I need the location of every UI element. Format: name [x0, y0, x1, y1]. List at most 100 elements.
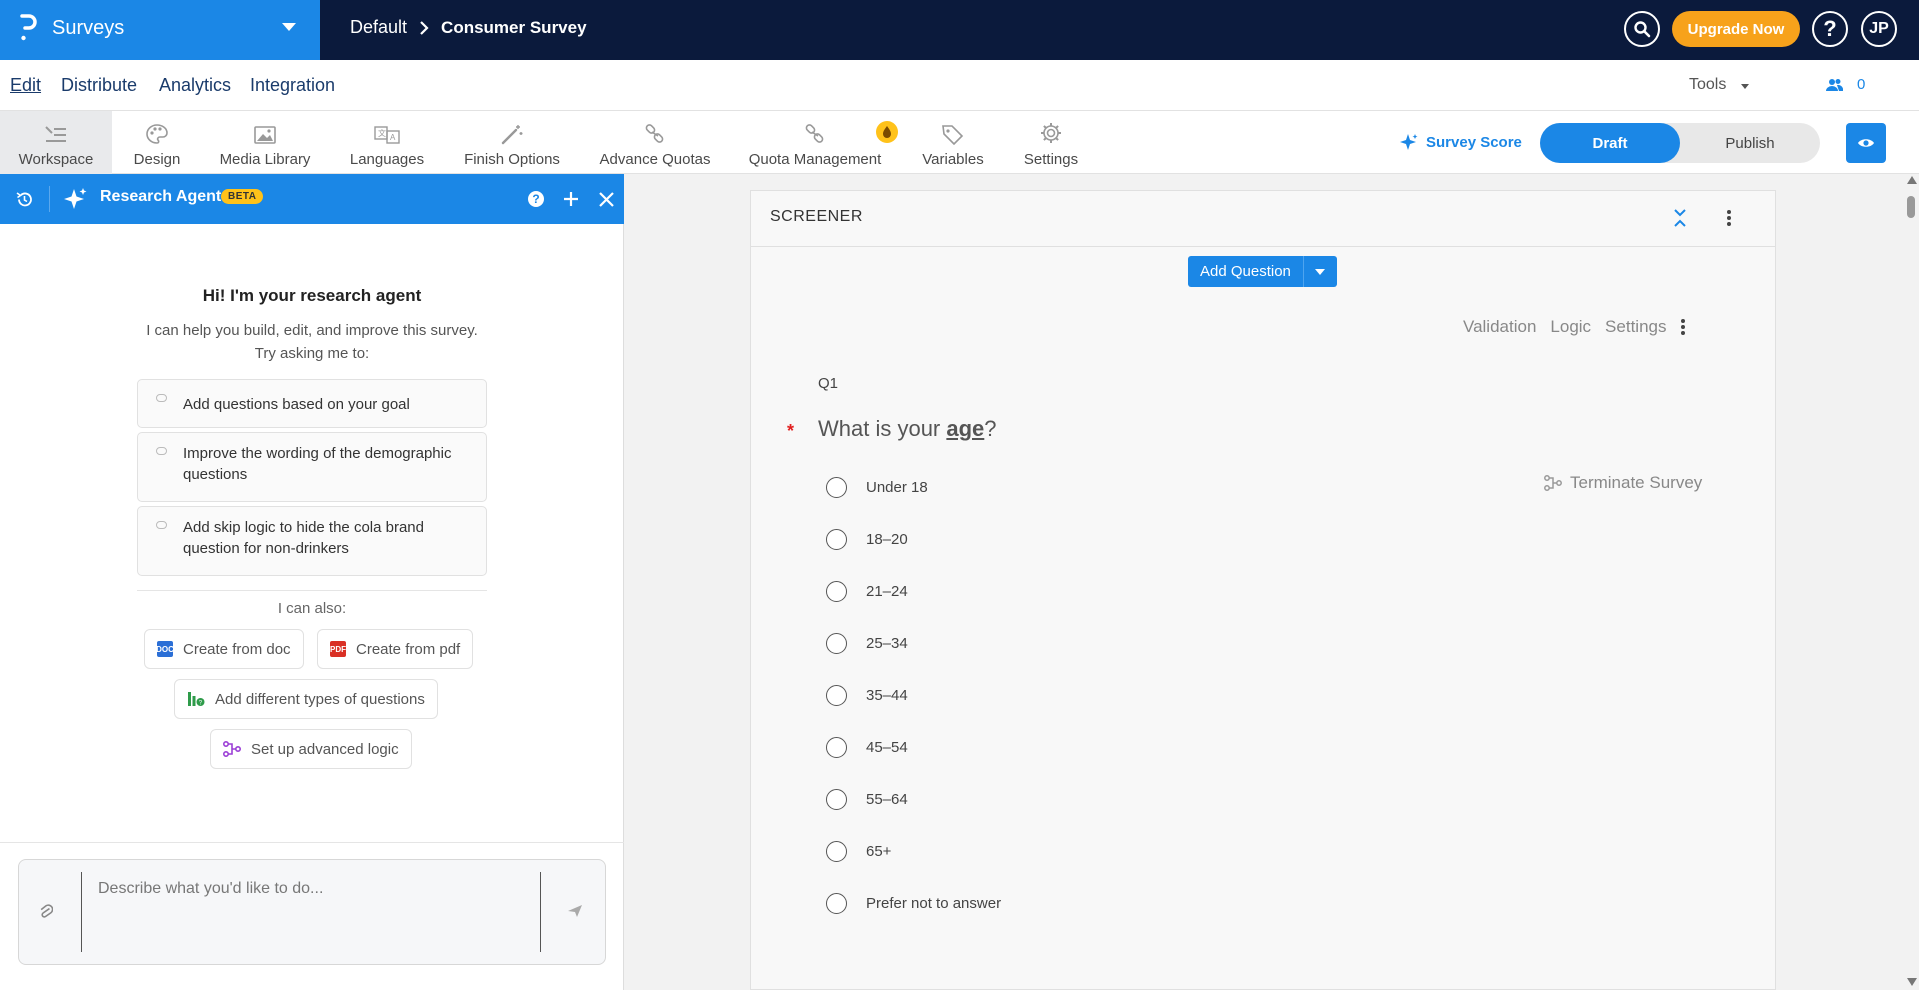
answer-option[interactable]: 35–44 [826, 683, 908, 707]
tab-quota-management[interactable]: Quota Management [744, 111, 886, 174]
menu-analytics[interactable]: Analytics [159, 75, 231, 96]
answer-option[interactable]: 25–34 [826, 631, 908, 655]
header-divider [49, 186, 50, 212]
block-header: SCREENER [751, 191, 1775, 247]
tab-finish-options[interactable]: Finish Options [456, 111, 568, 174]
breadcrumb-survey[interactable]: Consumer Survey [441, 18, 587, 38]
breadcrumb: Default Consumer Survey [350, 17, 587, 38]
radio-button[interactable] [826, 580, 847, 602]
vertical-scrollbar[interactable] [1904, 174, 1919, 990]
doc-file-icon: DOC [156, 641, 174, 657]
tab-advance-quotas[interactable]: Advance Quotas [596, 111, 714, 174]
tab-settings[interactable]: Settings [1018, 111, 1084, 174]
radio-button[interactable] [826, 736, 847, 758]
scroll-up-icon[interactable] [1907, 176, 1917, 184]
editor-toolbar: Workspace Design Media Library 文A Langua… [0, 111, 1919, 174]
survey-score-button[interactable]: Survey Score [1400, 133, 1522, 151]
draft-publish-toggle: Draft Publish [1540, 123, 1820, 163]
top-navigation-bar: Surveys Default Consumer Survey Upgrade … [0, 0, 1919, 60]
preview-button[interactable] [1846, 123, 1886, 163]
beta-badge: BETA [221, 189, 264, 204]
logic-branch-icon [1544, 475, 1562, 491]
tab-languages[interactable]: 文A Languages [344, 111, 430, 174]
suggestion-item[interactable]: Add skip logic to hide the cola brand qu… [137, 506, 487, 576]
chevron-down-icon[interactable] [1741, 84, 1749, 89]
radio-button[interactable] [826, 684, 847, 706]
paperclip-icon[interactable] [39, 902, 53, 920]
collaborators-button[interactable]: 0 [1826, 76, 1865, 93]
question-number: Q1 [818, 375, 839, 392]
upgrade-now-button[interactable]: Upgrade Now [1672, 11, 1800, 47]
research-agent-title: Research Agent [100, 188, 222, 205]
suggestion-item[interactable]: Improve the wording of the demographic q… [137, 432, 487, 502]
publish-button[interactable]: Publish [1680, 123, 1820, 163]
research-agent-header: Research Agent BETA ? [0, 174, 624, 224]
advanced-logic-button[interactable]: Set up advanced logic [210, 729, 412, 769]
add-question-group: Add Question [1188, 256, 1337, 287]
answer-option[interactable]: Under 18 [826, 475, 928, 499]
agent-prompt-input[interactable] [81, 872, 541, 952]
answer-option[interactable]: 55–64 [826, 787, 908, 811]
help-button[interactable]: ? [1812, 11, 1848, 47]
premium-badge-icon [876, 121, 898, 143]
divider [137, 590, 487, 591]
radio-button[interactable] [826, 892, 847, 914]
palette-icon [146, 124, 168, 144]
close-icon[interactable] [599, 192, 614, 207]
agent-intro-title: Hi! I'm your research agent [202, 286, 422, 305]
agent-intro-text: I can help you build, edit, and improve … [146, 322, 478, 362]
search-button[interactable] [1624, 11, 1660, 47]
more-vertical-icon[interactable] [1680, 318, 1686, 336]
add-question-dropdown[interactable] [1302, 256, 1337, 287]
breadcrumb-folder[interactable]: Default [350, 17, 407, 38]
gear-icon [1041, 123, 1061, 143]
logic-link[interactable]: Logic [1550, 317, 1591, 337]
add-question-types-button[interactable]: ? Add different types of questions [174, 679, 438, 719]
user-avatar[interactable]: JP [1861, 11, 1897, 47]
more-vertical-icon[interactable] [1726, 208, 1732, 228]
required-mark: * [787, 421, 795, 441]
question-text[interactable]: What is your age? [818, 416, 997, 442]
tab-design[interactable]: Design [120, 111, 194, 174]
validation-link[interactable]: Validation [1463, 317, 1536, 337]
radio-button[interactable] [826, 632, 847, 654]
help-icon[interactable]: ? [528, 191, 544, 207]
scroll-thumb[interactable] [1907, 196, 1915, 218]
answer-option[interactable]: Prefer not to answer [826, 891, 1001, 915]
eye-icon [1858, 139, 1874, 147]
radio-button[interactable] [826, 840, 847, 862]
suggestion-item[interactable]: Add questions based on your goal [137, 379, 487, 428]
answer-option[interactable]: 65+ [826, 839, 891, 863]
tools-dropdown[interactable]: Tools [1689, 76, 1726, 94]
radio-button[interactable] [826, 788, 847, 810]
draft-button[interactable]: Draft [1540, 123, 1680, 163]
send-icon[interactable] [567, 904, 583, 918]
collapse-icon[interactable] [1673, 208, 1687, 228]
chevron-down-icon[interactable] [282, 23, 296, 31]
settings-link[interactable]: Settings [1605, 317, 1666, 337]
create-from-pdf-button[interactable]: PDF Create from pdf [317, 629, 474, 669]
plus-icon[interactable] [563, 191, 579, 207]
create-from-doc-button[interactable]: DOC Create from doc [144, 629, 304, 669]
radio-button[interactable] [826, 476, 847, 498]
research-agent-panel: Research Agent BETA ? Hi! I'm your resea… [0, 174, 624, 990]
survey-block-card: SCREENER Add Question Validation Logic S… [750, 190, 1776, 990]
tab-media-library[interactable]: Media Library [208, 111, 322, 174]
add-question-button[interactable]: Add Question [1188, 256, 1303, 287]
answer-option[interactable]: 45–54 [826, 735, 908, 759]
terminate-survey-logic[interactable]: Terminate Survey [1544, 473, 1702, 493]
users-icon [1826, 79, 1843, 91]
radio-button[interactable] [826, 528, 847, 550]
tab-workspace[interactable]: Workspace [0, 111, 112, 174]
survey-canvas: SCREENER Add Question Validation Logic S… [625, 174, 1904, 990]
menu-distribute[interactable]: Distribute [61, 75, 137, 96]
tab-variables[interactable]: Variables [916, 111, 990, 174]
history-icon[interactable] [16, 191, 33, 208]
answer-option[interactable]: 18–20 [826, 527, 908, 551]
menu-edit[interactable]: Edit [10, 75, 41, 96]
menu-integration[interactable]: Integration [250, 75, 335, 96]
scroll-down-icon[interactable] [1907, 978, 1917, 986]
block-name[interactable]: SCREENER [770, 208, 863, 226]
answer-option[interactable]: 21–24 [826, 579, 908, 603]
app-switcher[interactable]: Surveys [0, 0, 320, 60]
